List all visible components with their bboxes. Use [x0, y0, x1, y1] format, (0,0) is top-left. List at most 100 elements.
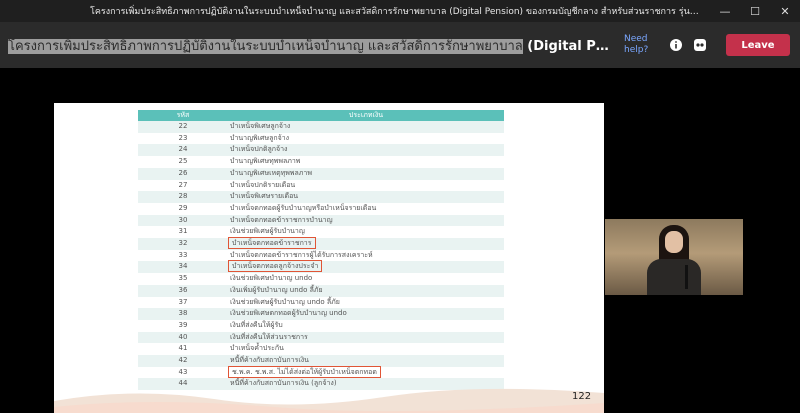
description-text: บำเหน็จปกติลูกจ้าง	[230, 145, 288, 154]
table-row: 31 เงินช่วยพิเศษผู้รับบำนาญ	[138, 226, 504, 239]
row-description: บำเหน็จตกทอดข้าราชการบำนาญ	[228, 214, 504, 227]
row-description: เงินช่วยพิเศษผู้รับบำนาญ	[228, 226, 504, 239]
maximize-icon[interactable]: ☐	[740, 0, 770, 22]
description-text: บำนาญพิเศษเหตุทุพพลภาพ	[230, 168, 312, 177]
table-row: 30 บำเหน็จตกทอดข้าราชการบำนาญ	[138, 214, 504, 227]
table-row: 26 บำนาญพิเศษเหตุทุพพลภาพ	[138, 167, 504, 180]
meeting-title-rest: (Digital Pension...	[527, 38, 612, 54]
need-help-line1: Need	[624, 34, 648, 44]
description-text: บำเหน็จปกติรายเดือน	[230, 180, 296, 189]
description-text: บำเหน็จตกทอดผู้รับบำนาญหรือบำเหน็จรายเดื…	[230, 203, 377, 212]
slide-page-number: 122	[572, 391, 592, 402]
row-code: 28	[138, 191, 228, 203]
row-description: เงินที่ส่งคืนให้ส่วนราชการ	[228, 331, 504, 344]
description-text: บำนาญพิเศษทุพพลภาพ	[230, 157, 301, 166]
table-row: 38 เงินช่วยพิเศษตกทอดผู้รับบำนาญ undo	[138, 308, 504, 320]
table-row: 33 บำเหน็จตกทอดข้าราชการผู้ได้รับการสงเคร…	[138, 249, 504, 262]
highlighted-description: บำเหน็จตกทอดข้าราชการ	[228, 237, 316, 250]
shared-screen-stage: รหัส ประเภทเงิน 22 บำเหน็จพิเศษลูกจ้าง 23 บ…	[0, 68, 800, 413]
table-row: 32 บำเหน็จตกทอดข้าราชการ	[138, 237, 504, 250]
row-description: บำเหน็จปกติลูกจ้าง	[228, 144, 504, 157]
window-title: โครงการเพิ่มประสิทธิภาพการปฏิบัติงานในระ…	[90, 7, 705, 17]
row-description: บำนาญพิเศษทุพพลภาพ	[228, 156, 504, 168]
column-header-code: รหัส	[138, 110, 228, 121]
row-description: บำเหน็จตกทอดข้าราชการผู้ได้รับการสงเคราะ…	[228, 249, 504, 262]
meeting-title: โครงการเพิ่มประสิทธิภาพการปฏิบัติงานในระ…	[0, 35, 612, 56]
description-text: เงินช่วยพิเศษผู้รับบำนาญ	[230, 227, 305, 236]
row-description: เงินเพิ่มผู้รับบำนาญ undo ลี้ภัย	[228, 284, 504, 297]
row-code: 41	[138, 343, 228, 356]
row-description: เงินที่ส่งคืนให้ผู้รับ	[228, 319, 504, 332]
description-text: เงินที่ส่งคืนให้ผู้รับ	[230, 320, 283, 329]
column-header-desc: ประเภทเงิน	[228, 110, 504, 121]
description-text: เงินที่ส่งคืนให้ส่วนราชการ	[230, 332, 308, 341]
row-code: 40	[138, 331, 228, 344]
meeting-header: โครงการเพิ่มประสิทธิภาพการปฏิบัติงานในระ…	[0, 22, 800, 68]
row-description: บำเหน็จพิเศษรายเดือน	[228, 191, 504, 203]
table-row: 27 บำเหน็จปกติรายเดือน	[138, 179, 504, 192]
window-titlebar: โครงการเพิ่มประสิทธิภาพการปฏิบัติงานในระ…	[0, 0, 800, 22]
description-text: เงินช่วยพิเศษผู้รับบำนาญ undo ลี้ภัย	[230, 297, 340, 306]
row-description: บำเหน็จค้ำประกัน	[228, 343, 504, 356]
info-icon[interactable]	[664, 33, 688, 57]
row-code: 32	[138, 238, 228, 250]
row-code: 38	[138, 308, 228, 320]
description-text: บำเหน็จตกทอดข้าราชการบำนาญ	[230, 215, 333, 224]
row-code: 34	[138, 261, 228, 274]
row-code: 24	[138, 144, 228, 157]
need-help-link[interactable]: Need help?	[624, 34, 664, 56]
copilot-icon[interactable]	[688, 33, 712, 57]
row-code: 25	[138, 156, 228, 168]
table-row: 41 บำเหน็จค้ำประกัน	[138, 343, 504, 356]
table-row: 37 เงินช่วยพิเศษผู้รับบำนาญ undo ลี้ภัย	[138, 296, 504, 309]
row-code: 33	[138, 249, 228, 262]
microphone-stand	[685, 265, 688, 289]
row-code: 31	[138, 226, 228, 239]
row-code: 42	[138, 355, 228, 367]
description-text: บำเหน็จตกทอดข้าราชการผู้ได้รับการสงเคราะ…	[230, 250, 373, 259]
description-text: บำเหน็จพิเศษลูกจ้าง	[230, 122, 291, 130]
close-icon[interactable]: ✕	[770, 0, 800, 22]
row-description: บำเหน็จตกทอดผู้รับบำนาญหรือบำเหน็จรายเดื…	[228, 202, 504, 215]
table-row: 35 เงินช่วยพิเศษบำนาญ undo	[138, 273, 504, 285]
meeting-title-thai: โครงการเพิ่มประสิทธิภาพการปฏิบัติงานในระ…	[8, 38, 523, 54]
row-description: บำเหน็จพิเศษลูกจ้าง	[228, 121, 504, 133]
table-row: 29 บำเหน็จตกทอดผู้รับบำนาญหรือบำเหน็จรายเ…	[138, 202, 504, 215]
row-description: บำนาญพิเศษเหตุทุพพลภาพ	[228, 167, 504, 180]
table-row: 23 บำนาญพิเศษลูกจ้าง	[138, 132, 504, 145]
row-code: 22	[138, 121, 228, 133]
description-text: บำนาญพิเศษลูกจ้าง	[230, 133, 290, 142]
description-text: บำเหน็จค้ำประกัน	[230, 344, 284, 353]
participant-body	[647, 259, 701, 295]
description-text: บำเหน็จพิเศษรายเดือน	[230, 192, 299, 201]
description-text: หนี้ที่ค้างกับสถาบันการเงิน	[230, 356, 309, 365]
table-row: 40 เงินที่ส่งคืนให้ส่วนราชการ	[138, 331, 504, 344]
participant-video-tile[interactable]	[605, 219, 743, 295]
row-description: เงินช่วยพิเศษผู้รับบำนาญ undo ลี้ภัย	[228, 296, 504, 309]
row-description: เงินช่วยพิเศษบำนาญ undo	[228, 273, 504, 285]
row-code: 23	[138, 132, 228, 145]
slide-footer-decoration	[54, 388, 604, 413]
row-description: บำนาญพิเศษลูกจ้าง	[228, 132, 504, 145]
table-row: 28 บำเหน็จพิเศษรายเดือน	[138, 191, 504, 203]
table-row: 36 เงินเพิ่มผู้รับบำนาญ undo ลี้ภัย	[138, 284, 504, 297]
row-code: 36	[138, 284, 228, 297]
table-row: 24 บำเหน็จปกติลูกจ้าง	[138, 144, 504, 157]
presentation-slide: รหัส ประเภทเงิน 22 บำเหน็จพิเศษลูกจ้าง 23 บ…	[54, 103, 604, 413]
row-code: 29	[138, 202, 228, 215]
minimize-icon[interactable]: —	[710, 0, 740, 22]
table-row: 42 หนี้ที่ค้างกับสถาบันการเงิน	[138, 355, 504, 367]
row-description: บำเหน็จตกทอดข้าราชการ	[228, 237, 504, 250]
need-help-line2: help?	[624, 45, 649, 55]
description-text: เงินช่วยพิเศษบำนาญ undo	[230, 274, 313, 283]
row-description: บำเหน็จปกติรายเดือน	[228, 179, 504, 192]
payment-type-table: รหัส ประเภทเงิน 22 บำเหน็จพิเศษลูกจ้าง 23 บ…	[138, 110, 504, 391]
row-code: 39	[138, 319, 228, 332]
row-description: บำเหน็จตกทอดลูกจ้างประจำ	[227, 260, 504, 274]
table-row: 39 เงินที่ส่งคืนให้ผู้รับ	[138, 319, 504, 332]
row-description: หนี้ที่ค้างกับสถาบันการเงิน	[228, 355, 504, 367]
participant-face	[665, 231, 683, 253]
leave-button[interactable]: Leave	[726, 34, 790, 56]
row-code: 27	[138, 179, 228, 192]
table-row: 25 บำนาญพิเศษทุพพลภาพ	[138, 156, 504, 168]
